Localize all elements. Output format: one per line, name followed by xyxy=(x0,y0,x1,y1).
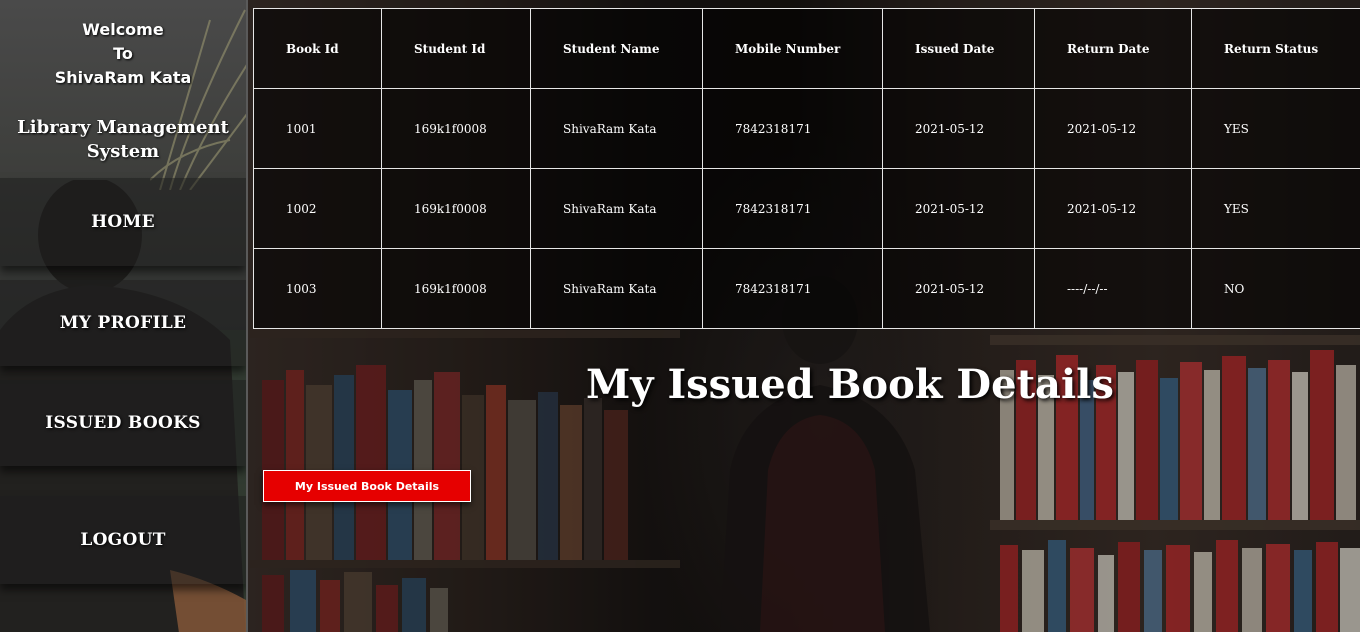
cell-student-id: 169k1f0008 xyxy=(381,88,531,169)
cell-return-status: YES xyxy=(1191,88,1360,169)
header-student-id: Student Id xyxy=(381,8,531,89)
cell-student-id: 169k1f0008 xyxy=(381,168,531,249)
header-issued-date: Issued Date xyxy=(882,8,1035,89)
cell-mobile-number: 7842318171 xyxy=(702,168,883,249)
header-book-id: Book Id xyxy=(253,8,382,89)
welcome-to-text: To xyxy=(113,44,133,63)
cell-mobile-number: 7842318171 xyxy=(702,248,883,329)
welcome-text: Welcome xyxy=(82,20,164,39)
cell-return-date: ----/--/-- xyxy=(1034,248,1192,329)
nav-logout[interactable]: LOGOUT xyxy=(0,496,246,584)
issued-books-table: Book Id Student Id Student Name Mobile N… xyxy=(253,8,1360,329)
cell-student-id: 169k1f0008 xyxy=(381,248,531,329)
sidebar: Welcome To ShivaRam Kata Library Managem… xyxy=(0,0,248,632)
table-row: 1001 169k1f0008 ShivaRam Kata 7842318171… xyxy=(253,88,1360,169)
table-row: 1003 169k1f0008 ShivaRam Kata 7842318171… xyxy=(253,248,1360,329)
cell-book-id: 1001 xyxy=(253,88,382,169)
cell-issued-date: 2021-05-12 xyxy=(882,248,1035,329)
cell-mobile-number: 7842318171 xyxy=(702,88,883,169)
cell-book-id: 1002 xyxy=(253,168,382,249)
cell-student-name: ShivaRam Kata xyxy=(530,168,703,249)
header-mobile-number: Mobile Number xyxy=(702,8,883,89)
my-issued-book-details-button[interactable]: My Issued Book Details xyxy=(263,470,471,502)
user-name: ShivaRam Kata xyxy=(54,68,192,87)
cell-student-name: ShivaRam Kata xyxy=(530,88,703,169)
system-title-line1: Library Management xyxy=(17,117,229,138)
header-return-date: Return Date xyxy=(1034,8,1192,89)
cell-book-id: 1003 xyxy=(253,248,382,329)
table-row: 1002 169k1f0008 ShivaRam Kata 7842318171… xyxy=(253,168,1360,249)
cell-return-date: 2021-05-12 xyxy=(1034,88,1192,169)
cell-student-name: ShivaRam Kata xyxy=(530,248,703,329)
page-title: My Issued Book Details xyxy=(586,361,1114,408)
cell-issued-date: 2021-05-12 xyxy=(882,168,1035,249)
system-title-line2: System xyxy=(86,141,160,162)
header-return-status: Return Status xyxy=(1191,8,1360,89)
nav-my-profile[interactable]: MY PROFILE xyxy=(0,280,246,366)
cell-issued-date: 2021-05-12 xyxy=(882,88,1035,169)
header-student-name: Student Name xyxy=(530,8,703,89)
system-title: Library Management System xyxy=(0,116,246,164)
cell-return-status: YES xyxy=(1191,168,1360,249)
nav-issued-books[interactable]: ISSUED BOOKS xyxy=(0,380,246,466)
table-header-row: Book Id Student Id Student Name Mobile N… xyxy=(253,8,1360,89)
cell-return-status: NO xyxy=(1191,248,1360,329)
sidebar-header: Welcome To ShivaRam Kata Library Managem… xyxy=(0,0,246,178)
cell-return-date: 2021-05-12 xyxy=(1034,168,1192,249)
nav-home[interactable]: HOME xyxy=(0,178,246,266)
